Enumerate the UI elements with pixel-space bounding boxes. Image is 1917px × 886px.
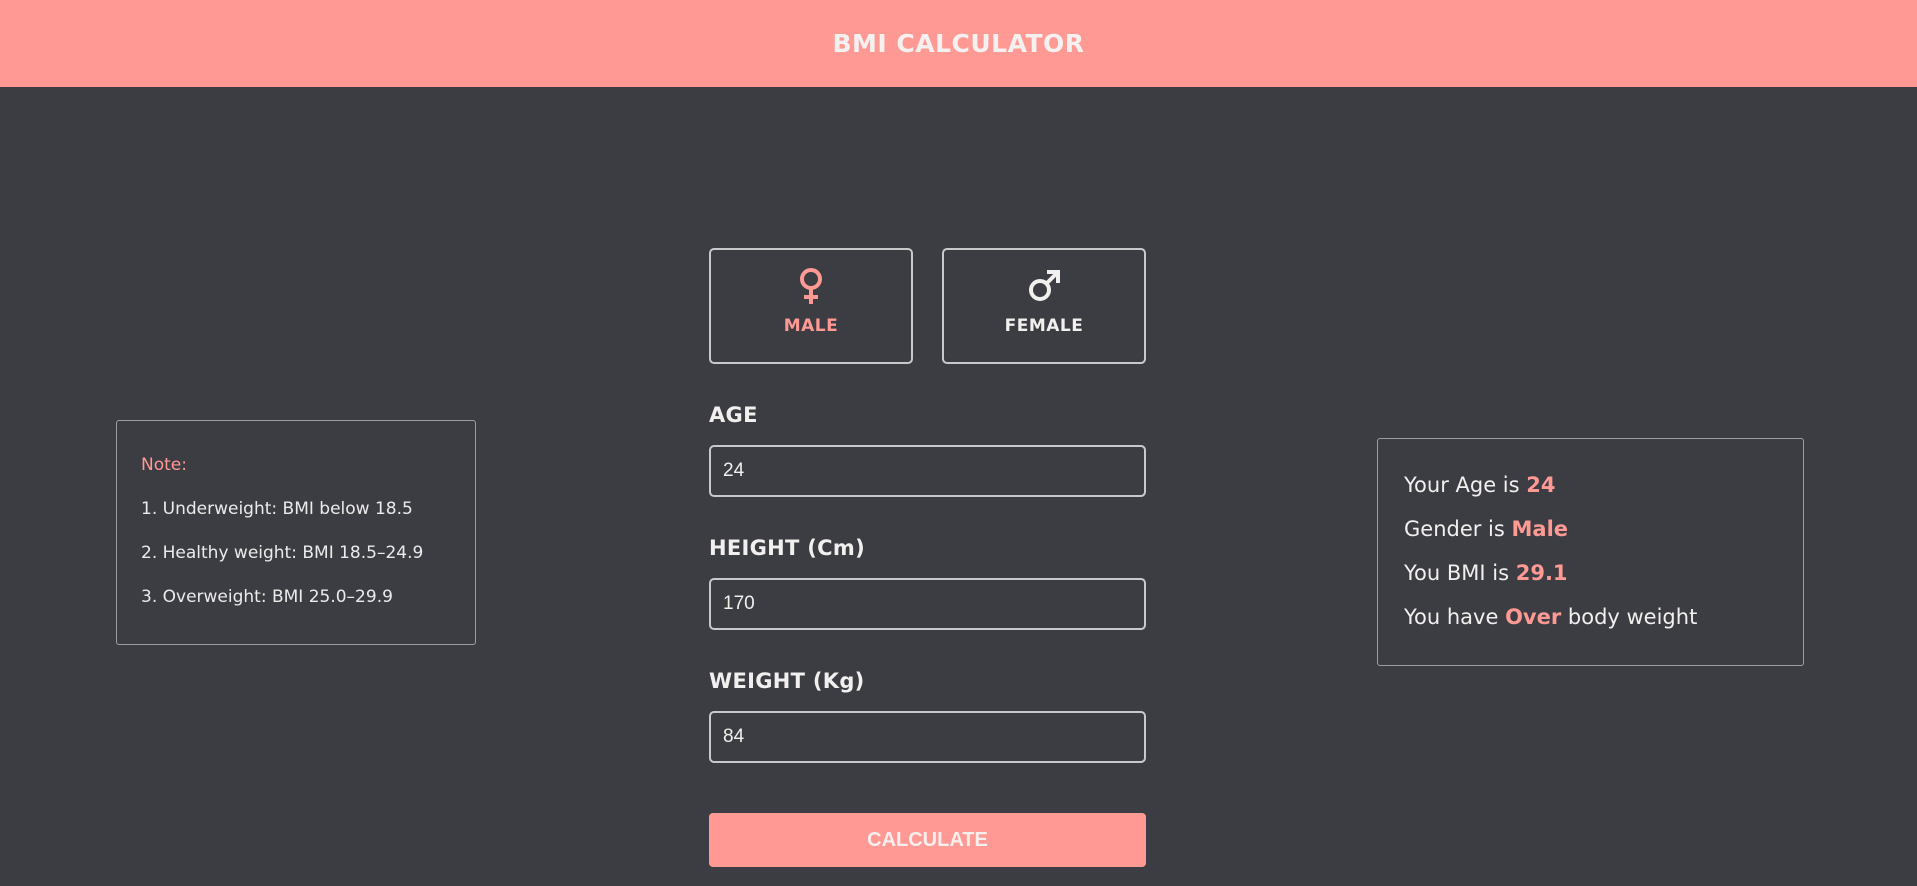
weight-label: WEIGHT (Kg) — [709, 669, 865, 693]
age-label: AGE — [709, 403, 758, 427]
female-symbol-icon — [800, 268, 822, 304]
female-button-label: FEMALE — [1004, 316, 1084, 336]
result-panel: Your Age is 24 Gender is Male You BMI is… — [1377, 438, 1804, 666]
result-age-line: Your Age is 24 — [1404, 473, 1803, 501]
height-label: HEIGHT (Cm) — [709, 536, 865, 560]
height-input[interactable] — [709, 578, 1146, 630]
result-weight-line: You have Over body weight — [1404, 605, 1803, 633]
result-gender-prefix: Gender is — [1404, 517, 1512, 541]
app-header: BMI CALCULATOR — [0, 0, 1917, 87]
note-line-underweight: 1. Underweight: BMI below 18.5 — [141, 499, 413, 519]
result-weight-status: Over — [1505, 605, 1562, 629]
female-button[interactable]: FEMALE — [942, 248, 1146, 364]
age-input[interactable] — [709, 445, 1146, 497]
result-weight-suffix: body weight — [1561, 605, 1698, 629]
result-bmi-line: You BMI is 29.1 — [1404, 561, 1803, 589]
weight-input[interactable] — [709, 711, 1146, 763]
note-line-overweight: 3. Overweight: BMI 25.0–29.9 — [141, 587, 393, 607]
app-title: BMI CALCULATOR — [832, 29, 1085, 58]
male-button-label: MALE — [783, 316, 839, 336]
result-gender-line: Gender is Male — [1404, 517, 1803, 545]
result-bmi-prefix: You BMI is — [1404, 561, 1516, 585]
result-age-prefix: Your Age is — [1404, 473, 1527, 497]
note-title: Note: — [141, 455, 187, 475]
male-symbol-icon — [1029, 270, 1060, 301]
note-line-healthy: 2. Healthy weight: BMI 18.5–24.9 — [141, 543, 424, 563]
result-weight-prefix: You have — [1404, 605, 1506, 629]
result-bmi-value: 29.1 — [1515, 561, 1568, 585]
result-age-value: 24 — [1526, 473, 1556, 497]
male-button[interactable]: MALE — [709, 248, 913, 364]
result-gender-value: Male — [1511, 517, 1569, 541]
calculate-button[interactable]: CALCULATE — [709, 813, 1146, 867]
note-panel: Note: 1. Underweight: BMI below 18.5 2. … — [116, 420, 476, 645]
